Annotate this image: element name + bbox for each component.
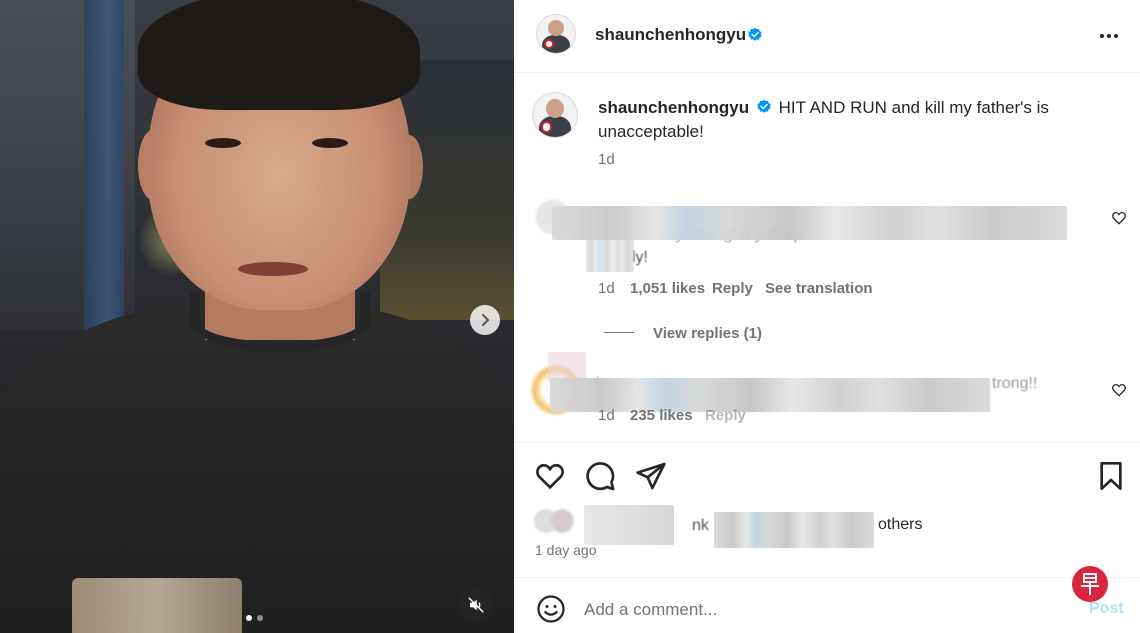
person-hair xyxy=(138,0,420,110)
shirt-print xyxy=(72,578,242,633)
comment-reply-button[interactable]: Reply xyxy=(712,280,753,297)
post-details-panel: shaunchenhongyu shaunchenhongyu HIT AND … xyxy=(514,0,1140,633)
see-translation-button[interactable]: See translation xyxy=(765,280,873,297)
speaker-muted-icon xyxy=(468,597,484,613)
more-dot-icon xyxy=(1107,34,1111,38)
carousel-dot-active xyxy=(246,615,252,621)
add-comment-input[interactable] xyxy=(584,596,1024,624)
carousel-indicator xyxy=(246,615,263,621)
person-eye-right xyxy=(312,138,348,148)
author-username[interactable]: shaunchenhongyu xyxy=(595,25,746,45)
post-media xyxy=(0,0,514,633)
view-replies-button[interactable]: View replies (1) xyxy=(653,325,762,342)
mute-toggle-button[interactable] xyxy=(459,588,493,622)
post-comment-button[interactable]: Post xyxy=(1089,600,1124,618)
post-header: shaunchenhongyu xyxy=(514,0,1140,73)
blurred-liker-names xyxy=(714,512,874,548)
caption-timestamp: 1d xyxy=(598,151,615,168)
next-slide-button[interactable] xyxy=(470,305,500,335)
replies-divider xyxy=(604,332,634,333)
comment-timestamp: 1d xyxy=(598,280,615,297)
chevron-right-icon xyxy=(482,314,489,326)
blurred-comment-text xyxy=(552,206,1067,240)
caption-username[interactable]: shaunchenhongyu xyxy=(598,98,749,117)
publisher-watermark-logo xyxy=(1072,566,1108,602)
blurred-comment-text xyxy=(550,378,990,412)
person-mouth xyxy=(238,262,308,276)
verified-badge-icon xyxy=(748,27,762,41)
like-post-heart-icon[interactable] xyxy=(534,460,566,492)
liker-avatar xyxy=(550,509,574,533)
comment-text-fragment: ly! xyxy=(632,249,648,266)
caption-avatar[interactable] xyxy=(532,92,578,138)
like-comment-heart-icon[interactable] xyxy=(1111,382,1127,398)
comment-bubble-icon[interactable] xyxy=(584,460,616,492)
comment-like-count[interactable]: 1,051 likes xyxy=(630,280,705,297)
comment-text-fragment: trong!! xyxy=(992,375,1038,392)
composer-divider xyxy=(514,577,1140,578)
likes-text-fragment: nk xyxy=(692,517,709,534)
blurred-liker-names xyxy=(584,505,674,545)
actions-divider xyxy=(514,442,1140,443)
more-dot-icon xyxy=(1114,34,1118,38)
post-caption: shaunchenhongyu HIT AND RUN and kill my … xyxy=(598,96,1068,144)
like-comment-heart-icon[interactable] xyxy=(1111,210,1127,226)
emoji-smile-icon[interactable] xyxy=(536,594,566,624)
verified-badge-icon xyxy=(757,99,771,113)
person-eye-left xyxy=(205,138,241,148)
more-dot-icon xyxy=(1100,34,1104,38)
likes-others-text[interactable]: others xyxy=(878,516,922,534)
carousel-dot xyxy=(257,615,263,621)
save-bookmark-icon[interactable] xyxy=(1095,460,1127,492)
blurred-comment-text xyxy=(586,240,634,272)
comment-timestamp: 1d xyxy=(598,407,615,424)
comment-reply-button[interactable]: Reply xyxy=(705,407,746,424)
more-options-button[interactable] xyxy=(1095,24,1123,48)
share-paper-plane-icon[interactable] xyxy=(635,460,667,492)
comment-like-count[interactable]: 235 likes xyxy=(630,407,693,424)
background-pillar xyxy=(84,0,124,330)
post-age: 1 day ago xyxy=(535,542,597,558)
watermark-glyph-icon xyxy=(1081,573,1099,595)
author-avatar[interactable] xyxy=(536,14,576,54)
